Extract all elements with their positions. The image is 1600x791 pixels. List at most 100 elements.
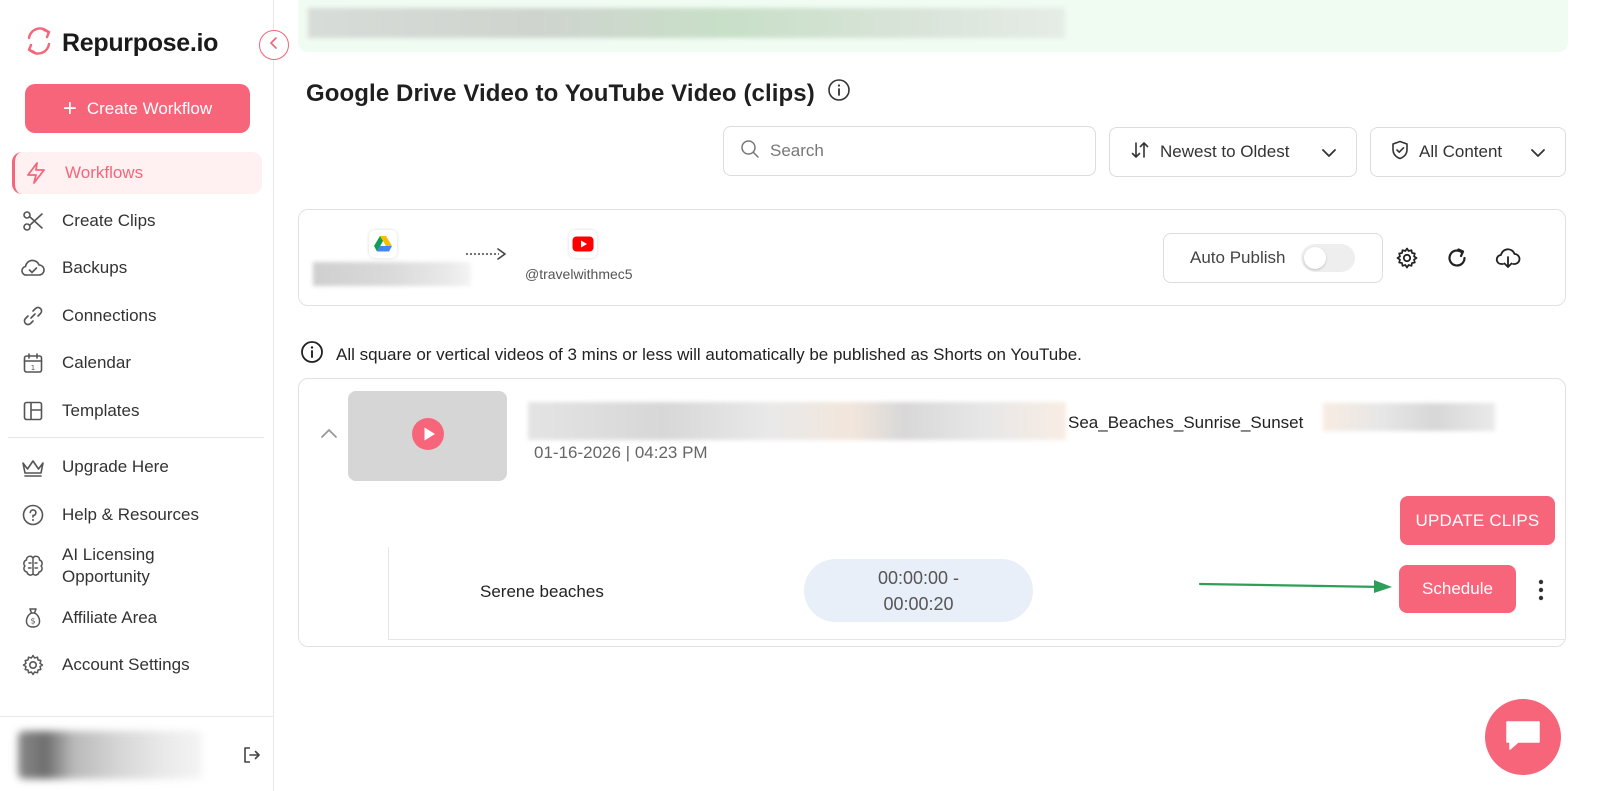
create-workflow-label: Create Workflow: [86, 98, 213, 118]
sidebar-item-connections[interactable]: Connections: [0, 295, 274, 337]
shorts-info-note: All square or vertical videos of 3 mins …: [300, 340, 1082, 369]
banner-redacted: [308, 8, 1065, 38]
money-bag-icon: $: [20, 605, 46, 631]
sort-arrows-icon: [1130, 140, 1150, 165]
sidebar-nav: Workflows Create Clips Backups Connectio…: [0, 152, 274, 692]
page-title: Google Drive Video to YouTube Video (cli…: [306, 78, 851, 109]
sort-dropdown[interactable]: Newest to Oldest: [1109, 127, 1357, 177]
link-icon: [20, 303, 46, 329]
sidebar-item-create-clips[interactable]: Create Clips: [0, 200, 274, 242]
plus-icon: +: [62, 94, 77, 122]
info-icon[interactable]: [827, 78, 851, 109]
sidebar-item-label: Create Clips: [62, 210, 156, 230]
shield-check-icon: [1391, 140, 1409, 165]
sort-label: Newest to Oldest: [1160, 142, 1290, 161]
sidebar: Repurpose.io + Create Workflow Workflows…: [0, 0, 274, 791]
sidebar-item-label: Calendar: [62, 353, 131, 372]
gear-icon[interactable]: [1392, 243, 1422, 273]
video-title: Sea_Beaches_Sunrise_Sunset: [1068, 413, 1304, 432]
video-thumbnail[interactable]: [348, 391, 507, 481]
filter-label: All Content: [1419, 142, 1503, 161]
logo[interactable]: Repurpose.io: [24, 24, 218, 63]
content-filter-dropdown[interactable]: All Content: [1370, 127, 1566, 177]
help-circle-icon: [20, 502, 46, 528]
update-clips-button[interactable]: UPDATE CLIPS: [1400, 496, 1555, 545]
chevron-left-icon: [267, 36, 281, 55]
search-icon: [740, 139, 760, 164]
repurpose-logo-icon: [24, 24, 54, 63]
ai-licensing-line1: AI Licensing: [62, 545, 155, 564]
destination-handle: @travelwithmec5: [525, 266, 633, 282]
logout-icon[interactable]: [242, 745, 262, 770]
sidebar-item-workflows[interactable]: Workflows: [12, 152, 262, 194]
source-name-redacted: [313, 262, 471, 286]
sidebar-item-label: Help & Resources: [62, 504, 200, 524]
user-avatar-redacted[interactable]: [18, 731, 202, 779]
clip-name: Serene beaches: [480, 582, 604, 601]
page-title-text: Google Drive Video to YouTube Video (cli…: [306, 79, 815, 107]
layout-icon: [20, 398, 46, 424]
calendar-icon: 1: [20, 350, 46, 376]
lightning-icon: [23, 160, 49, 186]
cloud-download-icon[interactable]: [1493, 243, 1523, 273]
chat-bubble-icon: [1504, 718, 1542, 757]
sidebar-item-help[interactable]: Help & Resources: [0, 494, 274, 536]
more-options-icon[interactable]: [1531, 572, 1551, 608]
schedule-button[interactable]: Schedule: [1399, 565, 1516, 613]
sidebar-item-label: Upgrade Here: [62, 457, 169, 476]
google-drive-icon: [369, 230, 397, 258]
sidebar-item-label: Workflows: [65, 163, 144, 182]
brand-name: Repurpose.io: [62, 29, 219, 57]
crown-icon: [20, 454, 46, 480]
clip-time-range: 00:00:00 - 00:00:20: [804, 559, 1033, 622]
collapse-sidebar-button[interactable]: [259, 30, 289, 60]
chevron-down-icon: [1320, 144, 1338, 167]
sidebar-item-label: Backups: [62, 258, 128, 277]
search-box[interactable]: [723, 126, 1096, 176]
svg-text:1: 1: [31, 364, 35, 372]
ai-licensing-line2: Opportunity: [62, 567, 150, 586]
play-icon: [411, 417, 444, 455]
sidebar-item-account-settings[interactable]: Account Settings: [0, 644, 274, 686]
video-title-redacted-suffix: [1323, 403, 1495, 431]
workflow-card: @travelwithmec5 Auto Publish: [298, 209, 1566, 306]
sidebar-item-calendar[interactable]: 1 Calendar: [0, 342, 274, 384]
sidebar-item-label: Affiliate Area: [62, 607, 158, 627]
sidebar-item-label: Connections: [62, 305, 157, 325]
chevron-up-icon[interactable]: [319, 424, 339, 449]
chevron-down-icon: [1529, 144, 1547, 167]
scissors-icon: [20, 208, 46, 234]
sidebar-item-backups[interactable]: Backups: [0, 247, 274, 289]
cloud-check-icon: [20, 255, 46, 281]
nav-divider: [8, 437, 264, 438]
gear-icon: [20, 652, 46, 678]
user-area: [0, 716, 274, 791]
youtube-icon: [569, 230, 597, 258]
create-workflow-button[interactable]: + Create Workflow: [25, 84, 250, 133]
brain-icon: [20, 553, 46, 579]
chat-button[interactable]: [1485, 699, 1561, 775]
auto-publish-label: Auto Publish: [1190, 248, 1286, 267]
sidebar-item-label: Templates: [62, 400, 140, 420]
clip-time-start: 00:00:00 -: [877, 567, 960, 588]
auto-publish-toggle[interactable]: [1301, 244, 1356, 272]
video-title-redacted-prefix: [528, 402, 1066, 440]
search-input[interactable]: [770, 141, 1070, 161]
video-card: Sea_Beaches_Sunrise_Sunset 01-16-2026 | …: [298, 378, 1566, 647]
auto-publish-control: Auto Publish: [1163, 233, 1383, 283]
sidebar-item-upgrade[interactable]: Upgrade Here: [0, 446, 274, 488]
clip-time-end: 00:00:20: [883, 593, 954, 614]
video-date: 01-16-2026 | 04:23 PM: [534, 443, 708, 462]
annotation-arrow-icon: [1198, 576, 1398, 601]
flow-arrow-icon: [465, 246, 507, 267]
sidebar-item-label: AI Licensing Opportunity: [62, 544, 155, 588]
sidebar-item-templates[interactable]: Templates: [0, 390, 274, 432]
clip-row: Serene beaches 00:00:00 - 00:00:20 Sched…: [388, 547, 1565, 640]
shorts-info-text: All square or vertical videos of 3 mins …: [336, 344, 1082, 364]
top-banner: [298, 0, 1568, 52]
sidebar-item-ai-licensing[interactable]: AI Licensing Opportunity: [0, 541, 274, 591]
refresh-icon[interactable]: [1442, 243, 1472, 273]
sidebar-item-label: Account Settings: [62, 655, 190, 674]
sidebar-item-affiliate[interactable]: $ Affiliate Area: [0, 597, 274, 639]
info-icon: [300, 340, 324, 369]
